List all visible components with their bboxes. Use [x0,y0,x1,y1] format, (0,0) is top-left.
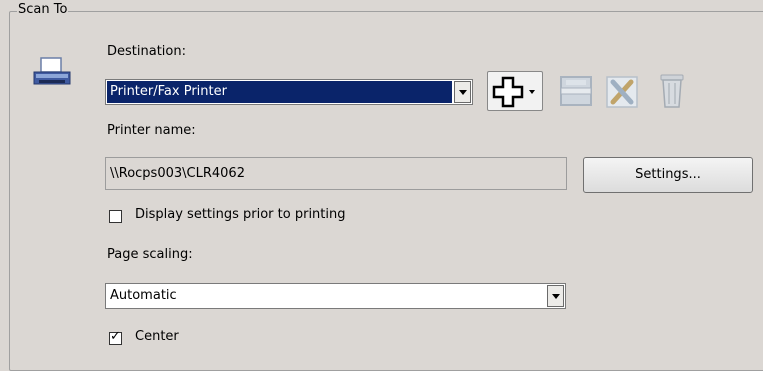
center-label: Center [135,329,179,344]
add-icon [492,76,535,108]
destination-value: Printer/Fax Printer [107,81,452,103]
add-destination-button[interactable] [487,71,543,111]
display-settings-label: Display settings prior to printing [135,207,346,222]
center-checkbox[interactable]: ✓ [109,329,122,345]
checkmark-icon: ✓ [110,329,121,344]
printer-name-label: Printer name: [107,123,196,138]
page-scaling-select[interactable]: Automatic [105,283,566,309]
trash-icon [660,74,684,108]
properties-button[interactable] [602,71,642,111]
chevron-down-icon[interactable] [547,285,564,307]
settings-button[interactable]: Settings... [583,157,753,193]
edit-icon [560,76,592,106]
scan-to-group-title: Scan To [17,2,69,17]
printer-name-field[interactable]: \\Rocps003\CLR4062 [105,157,567,190]
destination-label: Destination: [107,44,186,59]
page-scaling-label: Page scaling: [107,247,193,262]
chevron-down-icon[interactable] [454,81,471,103]
destination-select[interactable]: Printer/Fax Printer [105,79,473,105]
printer-icon [33,57,71,85]
tools-icon [606,76,638,108]
edit-destination-button[interactable] [556,71,596,111]
display-settings-checkbox[interactable] [109,210,122,223]
page-scaling-value: Automatic [110,288,177,303]
delete-destination-button[interactable] [652,71,692,111]
